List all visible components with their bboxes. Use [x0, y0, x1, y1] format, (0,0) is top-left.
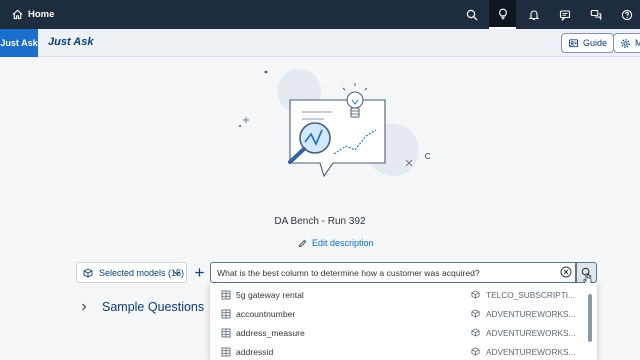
search-icon [466, 9, 477, 20]
search-button[interactable] [458, 0, 485, 29]
pencil-icon [298, 239, 307, 247]
plus-icon [195, 268, 204, 277]
suggestion-column: accountnumber [236, 308, 296, 319]
cube-icon [471, 347, 480, 356]
chat-button[interactable] [582, 0, 609, 29]
suggestion-item[interactable]: 5g gateway rental TELCO_SUBSCRIPTI... [210, 285, 597, 304]
suggestion-column: address_measure [236, 327, 305, 338]
home-label: Home [28, 9, 55, 20]
column-icon [221, 328, 231, 337]
bell-icon [528, 9, 539, 20]
home-link[interactable]: Home [0, 9, 54, 20]
suggestion-column: addressid [236, 346, 274, 357]
feedback-button[interactable] [551, 0, 578, 29]
chevron-right-icon [82, 303, 87, 311]
models-select[interactable]: Selected models (15) [76, 262, 187, 283]
suggestion-column: 5g gateway rental [236, 289, 304, 300]
edit-description-link[interactable]: Edit description [298, 238, 374, 248]
notifications-button[interactable] [520, 0, 547, 29]
suggestions-dropdown: 5g gateway rental TELCO_SUBSCRIPTI... ac… [210, 283, 597, 360]
column-icon [221, 309, 231, 318]
chat-icon [590, 9, 601, 21]
home-icon [12, 9, 23, 20]
analysis-illustration [239, 69, 430, 178]
guide-button[interactable]: Guide [561, 33, 615, 53]
settings-button[interactable]: M [613, 33, 640, 53]
settings-label: M [635, 38, 640, 48]
feedback-icon [559, 9, 570, 21]
add-model-button[interactable] [191, 263, 208, 282]
sample-questions-toggle[interactable]: Sample Questions [80, 300, 204, 314]
clear-icon[interactable] [560, 266, 572, 278]
ideas-button[interactable] [489, 0, 516, 29]
run-title: DA Bench - Run 392 [274, 216, 366, 227]
suggestion-table: ADVENTUREWORKS... [486, 308, 576, 319]
suggestion-table: ADVENTUREWORKS... [486, 346, 576, 357]
cube-icon [471, 309, 480, 318]
guide-icon [568, 38, 579, 47]
suggestion-table: ADVENTUREWORKS... [486, 327, 576, 338]
app-badge[interactable]: Just Ask [0, 29, 38, 57]
cube-icon [471, 328, 480, 337]
suggestion-item[interactable]: accountnumber ADVENTUREWORKS... [210, 304, 597, 323]
gear-icon [621, 38, 630, 48]
question-input[interactable]: What is the best column to determine how… [210, 262, 576, 283]
help-button[interactable] [613, 0, 640, 29]
shell-bar: Home [0, 0, 640, 29]
suggestions-scrollbar[interactable] [588, 294, 592, 342]
help-icon [621, 9, 632, 20]
suggestion-item[interactable]: address_measure ADVENTUREWORKS... [210, 323, 597, 342]
page-title: Just Ask [48, 36, 94, 48]
chevron-down-icon [173, 271, 181, 276]
cube-icon [83, 267, 93, 278]
app-header: Just Ask Just Ask Guide M [0, 29, 640, 57]
lightbulb-icon [498, 8, 507, 19]
edit-description-label: Edit description [312, 238, 374, 248]
suggestion-item[interactable]: addressid ADVENTUREWORKS... [210, 342, 597, 360]
column-icon [221, 290, 231, 299]
guide-label: Guide [583, 38, 608, 48]
models-select-label: Selected models (15) [99, 267, 185, 278]
cube-icon [471, 290, 480, 299]
column-icon [221, 347, 231, 356]
sample-questions-label: Sample Questions [102, 300, 205, 314]
suggestion-table: TELCO_SUBSCRIPTI... [486, 289, 575, 300]
